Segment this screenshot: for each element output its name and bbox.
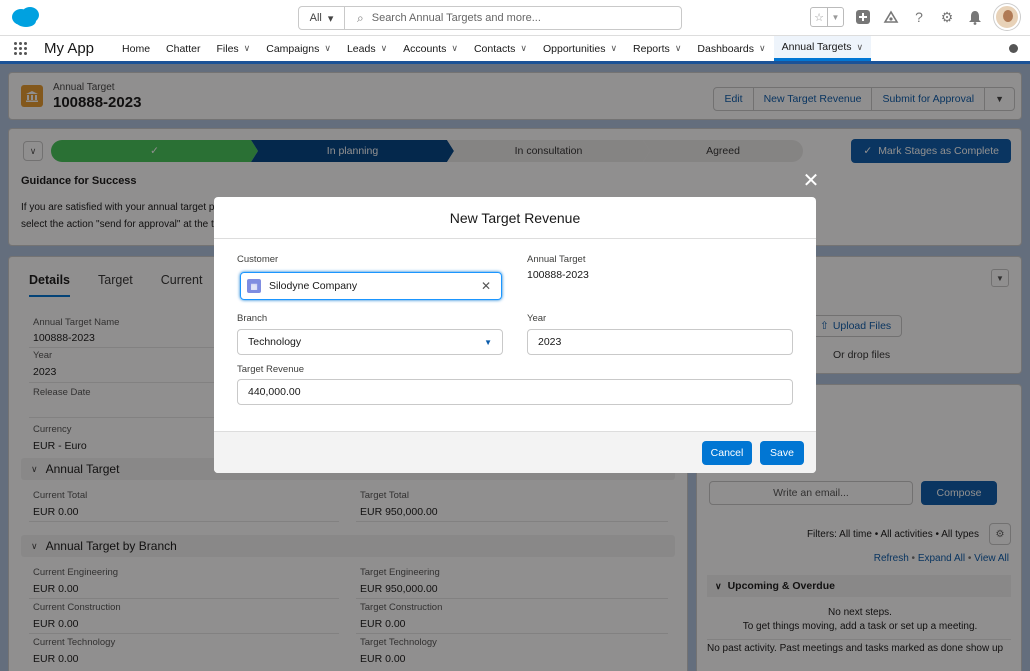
year-field-label: Year: [527, 313, 547, 324]
chevron-down-icon: ▾: [327, 12, 334, 25]
search-icon: ⌕: [357, 10, 364, 25]
new-target-revenue-modal: New Target Revenue Customer ▦ Silodyne C…: [214, 197, 816, 473]
nav-item-annual-targets[interactable]: Annual Targets ∨: [773, 36, 872, 61]
nav-item-leads[interactable]: Leads ∨: [339, 36, 395, 61]
branch-selected-value: Technology: [248, 336, 302, 348]
annual-target-value: 100888-2023: [527, 269, 589, 281]
nav-item-label: Opportunities: [543, 42, 606, 55]
chevron-down-icon[interactable]: ∨: [451, 43, 458, 54]
modal-title: New Target Revenue: [214, 197, 816, 239]
app-name: My App: [44, 40, 95, 57]
nav-overflow-icon[interactable]: [1009, 44, 1018, 53]
dropdown-caret-icon: ▼: [484, 337, 492, 347]
customer-label: Customer: [237, 254, 279, 265]
clear-selection-icon[interactable]: ✕: [481, 279, 491, 293]
nav-item-label: Annual Targets: [781, 41, 852, 53]
salesforce-cloud-logo[interactable]: [10, 6, 42, 28]
nav-item-chatter[interactable]: Chatter: [158, 36, 208, 61]
chevron-down-icon[interactable]: ∨: [324, 43, 331, 54]
favorites-menu-icon[interactable]: ▼: [827, 8, 843, 26]
branch-label: Branch: [237, 313, 268, 324]
annual-target-label: Annual Target: [527, 254, 586, 265]
star-icon[interactable]: ☆: [811, 8, 827, 26]
user-avatar[interactable]: [994, 4, 1020, 30]
account-icon: ▦: [247, 279, 261, 293]
app-navigation-bar: My App Home Chatter Files ∨ Campaigns ∨ Le…: [0, 36, 1030, 64]
search-input[interactable]: Search Annual Targets and more...: [372, 12, 541, 24]
chevron-down-icon[interactable]: ∨: [520, 43, 527, 54]
trailhead-icon[interactable]: [882, 8, 900, 26]
nav-item-label: Reports: [633, 42, 670, 55]
favorites-control[interactable]: ☆ ▼: [810, 7, 844, 27]
chevron-down-icon[interactable]: ∨: [856, 42, 863, 53]
year-input[interactable]: 2023: [527, 329, 793, 355]
nav-item-label: Contacts: [473, 42, 516, 55]
nav-items: Home Chatter Files ∨ Campaigns ∨ Leads ∨ Ac…: [114, 36, 872, 61]
nav-item-files[interactable]: Files ∨: [208, 36, 258, 61]
nav-item-label: Campaigns: [266, 42, 320, 55]
nav-item-dashboards[interactable]: Dashboards ∨: [689, 36, 773, 61]
chevron-down-icon[interactable]: ∨: [610, 43, 617, 54]
global-search[interactable]: All ▾ ⌕ Search Annual Targets and more..…: [298, 6, 682, 30]
modal-footer: Cancel Save: [214, 431, 816, 473]
nav-item-accounts[interactable]: Accounts ∨: [395, 36, 466, 61]
notification-bell-icon[interactable]: [966, 8, 984, 26]
nav-item-contacts[interactable]: Contacts ∨: [466, 36, 535, 61]
nav-item-opportunities[interactable]: Opportunities ∨: [535, 36, 625, 61]
app-launcher-icon[interactable]: [14, 41, 28, 56]
nav-item-label: Files: [216, 42, 239, 55]
search-scope-select[interactable]: All ▾: [299, 7, 345, 29]
customer-selected-value: Silodyne Company: [269, 280, 358, 292]
chevron-down-icon[interactable]: ∨: [759, 43, 766, 54]
nav-item-label: Dashboards: [697, 42, 755, 55]
close-icon[interactable]: ✕: [802, 170, 820, 192]
setup-gear-icon[interactable]: ⚙: [938, 8, 956, 26]
global-header: All ▾ ⌕ Search Annual Targets and more..…: [0, 0, 1030, 36]
save-button[interactable]: Save: [760, 441, 804, 465]
customer-lookup-field[interactable]: ▦ Silodyne Company ✕: [240, 272, 502, 300]
chevron-down-icon[interactable]: ∨: [244, 43, 251, 54]
branch-select[interactable]: Technology ▼: [237, 329, 503, 355]
nav-item-label: Leads: [346, 42, 376, 55]
target-revenue-input[interactable]: 440,000.00: [237, 379, 793, 405]
chevron-down-icon[interactable]: ∨: [381, 43, 388, 54]
help-icon[interactable]: ?: [910, 8, 928, 26]
cancel-button[interactable]: Cancel: [702, 441, 752, 465]
nav-item-label: Accounts: [403, 42, 447, 55]
search-scope-label: All: [309, 12, 322, 24]
nav-item-home[interactable]: Home: [114, 36, 158, 61]
chevron-down-icon[interactable]: ∨: [675, 43, 682, 54]
header-utility-icons: ☆ ▼ ? ⚙: [810, 4, 1020, 30]
nav-item-label: Chatter: [166, 42, 201, 55]
nav-item-label: Home: [122, 42, 151, 55]
nav-item-reports[interactable]: Reports ∨: [625, 36, 689, 61]
add-icon[interactable]: [854, 8, 872, 26]
nav-item-campaigns[interactable]: Campaigns ∨: [258, 36, 339, 61]
target-revenue-label: Target Revenue: [237, 364, 305, 375]
